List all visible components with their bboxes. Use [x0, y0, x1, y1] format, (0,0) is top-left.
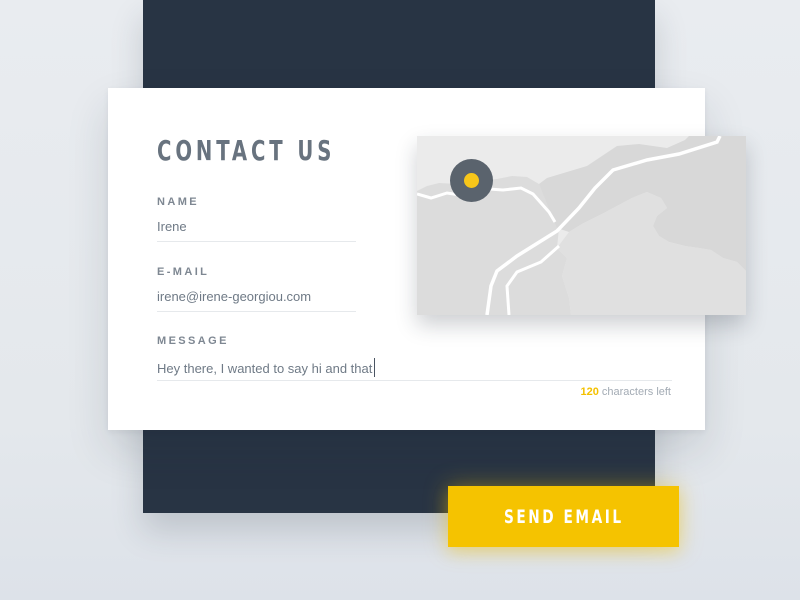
send-email-button[interactable]: SEND EMAIL: [448, 486, 679, 547]
name-label: NAME: [157, 196, 199, 208]
page-title: CONTACT US: [157, 134, 336, 167]
message-label: MESSAGE: [157, 335, 229, 347]
characters-left-count: 120: [580, 386, 599, 398]
location-pin-icon[interactable]: [450, 159, 493, 202]
send-email-label: SEND EMAIL: [503, 505, 624, 528]
message-field[interactable]: Hey there, I wanted to say hi and that: [157, 358, 376, 377]
location-map[interactable]: [417, 136, 746, 315]
email-field[interactable]: irene@irene-georgiou.com: [157, 289, 311, 305]
message-text: Hey there, I wanted to say hi and that: [157, 361, 373, 376]
text-cursor: [374, 358, 376, 377]
location-pin-dot: [464, 173, 479, 188]
character-counter: 120 characters left: [580, 386, 671, 398]
name-field[interactable]: Irene: [157, 219, 187, 235]
email-field-underline: [157, 311, 356, 312]
name-field-underline: [157, 241, 356, 242]
characters-left-label: characters left: [601, 386, 671, 398]
email-label: E-MAIL: [157, 266, 210, 278]
message-field-underline: [157, 380, 672, 381]
